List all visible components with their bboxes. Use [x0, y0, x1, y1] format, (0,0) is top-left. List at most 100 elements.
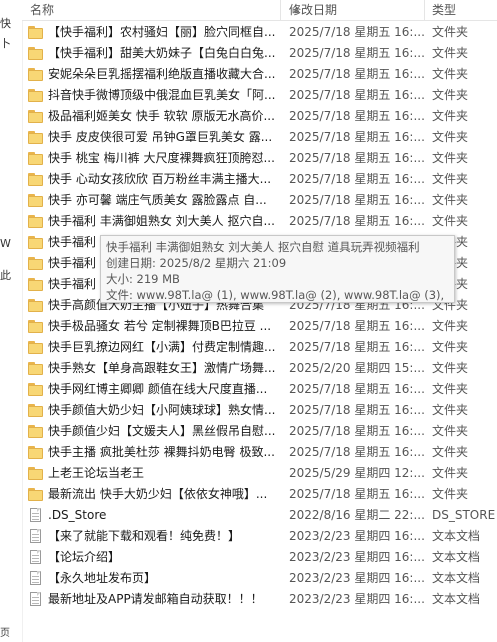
item-name: 【永久地址发布页】 [48, 571, 157, 585]
nav-pane-fragment[interactable]: W [0, 238, 11, 250]
item-date: 2025/7/18 星期五 16:... [289, 403, 425, 417]
item-name: .DS_Store [48, 508, 107, 522]
folder-icon [28, 299, 44, 312]
column-name-header[interactable]: 名称 [30, 2, 54, 18]
folder-row[interactable]: 快手 心动女孩欣欣 百万粉丝丰满主播大... 2025/7/18 星期五 16:.… [22, 169, 497, 190]
folder-row[interactable]: 最新流出 快手大奶少妇【依依女神哦】... 2025/7/18 星期五 16:..… [22, 484, 497, 505]
folder-icon [28, 446, 44, 459]
folder-icon [28, 47, 44, 60]
item-type: 文件夹 [432, 340, 469, 354]
item-type: 文本文档 [432, 571, 481, 585]
item-type: 文件夹 [432, 403, 469, 417]
item-name: 快手极品骚女 若兮 定制裸舞顶B巴拉豆 ... [48, 319, 272, 333]
tooltip-files: 文件: www.98T.la@ (1), www.98T.la@ (2), ww… [106, 288, 449, 302]
item-type: 文件夹 [432, 151, 469, 165]
item-type: 文件夹 [432, 172, 469, 186]
item-date: 2023/2/23 星期四 16:... [289, 550, 425, 564]
folder-row[interactable]: 【快手福利】农村骚妇【丽】脸穴同框自... 2025/7/18 星期五 16:..… [22, 22, 497, 43]
file-row[interactable]: .DS_Store 2022/8/16 星期二 22:... DS_STORE [22, 505, 497, 526]
column-divider[interactable] [424, 0, 425, 20]
item-date: 2025/7/18 星期五 16:... [289, 382, 425, 396]
folder-icon [28, 425, 44, 438]
item-name: 【快手福利】甜美大奶妹子【白兔白白兔... [48, 46, 276, 60]
folder-icon [28, 131, 44, 144]
item-name: 快手 心动女孩欣欣 百万粉丝丰满主播大... [48, 172, 272, 186]
folder-row[interactable]: 抖音快手微博顶级中俄混血巨乳美女「阿... 2025/7/18 星期五 16:..… [22, 85, 497, 106]
column-divider[interactable] [280, 0, 281, 20]
file-row[interactable]: 【来了就能下载和观看！纯免费！】 2023/2/23 星期四 16:... 文本文档 [22, 526, 497, 547]
item-date: 2025/7/18 星期五 16:... [289, 67, 425, 81]
item-name: 快手 亦可馨 端庄气质美女 露脸露点 自... [48, 193, 267, 207]
item-date: 2025/7/18 星期五 16:... [289, 109, 425, 123]
folder-row[interactable]: 快手 皮皮侠很可爱 吊钟G罩巨乳美女 露... 2025/7/18 星期五 16:… [22, 127, 497, 148]
folder-icon [28, 278, 44, 291]
folder-row[interactable]: 快手颜值少妇【文媛夫人】黑丝假吊自慰... 2025/7/18 星期五 16:..… [22, 421, 497, 442]
folder-row[interactable]: 快手主播 疯批美杜莎 裸舞抖奶电臀 极致... 2025/7/18 星期五 16:… [22, 442, 497, 463]
file-row[interactable]: 最新地址及APP请发邮箱自动获取！！！ 2023/2/23 星期四 16:... 文… [22, 589, 497, 610]
file-row[interactable]: 【论坛介绍】 2023/2/23 星期四 16:... 文本文档 [22, 547, 497, 568]
folder-row[interactable]: 快手 亦可馨 端庄气质美女 露脸露点 自... 2025/7/18 星期五 16:… [22, 190, 497, 211]
item-type: 文件夹 [432, 466, 469, 480]
file-icon [28, 550, 44, 564]
tooltip-created: 创建日期: 2025/8/2 星期六 21:09 [106, 256, 287, 270]
folder-icon [28, 110, 44, 123]
folder-icon [28, 152, 44, 165]
nav-pane-fragment[interactable]: 快 [0, 18, 11, 30]
folder-row[interactable]: 快手熟女【单身高跟鞋女王】激情广场舞... 2025/2/20 星期四 15:..… [22, 358, 497, 379]
column-header: 名称 ▲ 修改日期 类型 [22, 0, 497, 21]
column-type-header[interactable]: 类型 [432, 2, 456, 18]
folder-row[interactable]: 上老王论坛当老王 2025/5/29 星期四 12:... 文件夹 [22, 463, 497, 484]
folder-icon [28, 257, 44, 270]
folder-row[interactable]: 快手巨乳撩边网红【小满】付费定制情趣... 2025/7/18 星期五 16:..… [22, 337, 497, 358]
item-type: 文件夹 [432, 46, 469, 60]
item-type: 文件夹 [432, 130, 469, 144]
file-icon [28, 571, 44, 585]
column-date-header[interactable]: 修改日期 [289, 2, 337, 18]
item-type: 文件夹 [432, 214, 469, 228]
folder-row[interactable]: 快手 桃宝 梅川裤 大尺度裸舞疯狂顶胯怼... 2025/7/18 星期五 16:… [22, 148, 497, 169]
folder-row[interactable]: 安妮朵朵巨乳摇摆福利绝版直播收藏大合... 2025/7/18 星期五 16:..… [22, 64, 497, 85]
file-icon [28, 508, 44, 522]
item-type: 文件夹 [432, 424, 469, 438]
item-date: 2025/5/29 星期四 12:... [289, 466, 425, 480]
folder-icon [28, 173, 44, 186]
folder-row[interactable]: 快手网红博主卿卿 颜值在线大尺度直播... 2025/7/18 星期五 16:..… [22, 379, 497, 400]
item-type: 文件夹 [432, 88, 469, 102]
folder-icon [28, 404, 44, 417]
item-name: 快手主播 疯批美杜莎 裸舞抖奶电臀 极致... [48, 445, 275, 459]
folder-icon [28, 89, 44, 102]
item-date: 2025/7/18 星期五 16:... [289, 130, 425, 144]
item-name: 安妮朵朵巨乳摇摆福利绝版直播收藏大合... [48, 67, 276, 81]
item-type: DS_STORE [432, 508, 496, 522]
item-date: 2025/2/20 星期四 15:... [289, 361, 425, 375]
item-date: 2025/7/18 星期五 16:... [289, 319, 425, 333]
item-date: 2025/7/18 星期五 16:... [289, 445, 425, 459]
nav-pane-fragment[interactable]: 卜 [0, 38, 11, 50]
item-date: 2025/7/18 星期五 16:... [289, 214, 425, 228]
item-type: 文件夹 [432, 382, 469, 396]
item-date: 2025/7/18 星期五 16:... [289, 487, 425, 501]
folder-icon [28, 383, 44, 396]
item-name: 快手颜值大奶少妇【小阿姨球球】熟女情... [48, 403, 276, 417]
item-name: 快手福利 丰满御姐熟女 刘大美人 抠穴自... [48, 214, 275, 228]
item-name: 【来了就能下载和观看！纯免费！】 [48, 529, 241, 543]
tooltip-size: 大小: 219 MB [106, 272, 180, 286]
item-name: 最新流出 快手大奶少妇【依依女神哦】... [48, 487, 268, 501]
item-date: 2025/7/18 星期五 16:... [289, 172, 425, 186]
folder-icon [28, 362, 44, 375]
item-type: 文件夹 [432, 487, 469, 501]
item-name: 快手 桃宝 梅川裤 大尺度裸舞疯狂顶胯怼... [48, 151, 275, 165]
item-date: 2025/7/18 星期五 16:... [289, 46, 425, 60]
folder-icon [28, 236, 44, 249]
item-name: 抖音快手微博顶级中俄混血巨乳美女「阿... [48, 88, 276, 102]
folder-row[interactable]: 【快手福利】甜美大奶妹子【白兔白白兔... 2025/7/18 星期五 16:..… [22, 43, 497, 64]
item-type: 文件夹 [432, 25, 469, 39]
nav-pane-fragment[interactable]: 此 [0, 270, 11, 282]
item-name: 快手熟女【单身高跟鞋女王】激情广场舞... [48, 361, 276, 375]
folder-row[interactable]: 快手极品骚女 若兮 定制裸舞顶B巴拉豆 ... 2025/7/18 星期五 16:… [22, 316, 497, 337]
folder-row[interactable]: 快手福利 丰满御姐熟女 刘大美人 抠穴自... 2025/7/18 星期五 16:… [22, 211, 497, 232]
folder-row[interactable]: 快手颜值大奶少妇【小阿姨球球】熟女情... 2025/7/18 星期五 16:..… [22, 400, 497, 421]
item-date: 2025/7/18 星期五 16:... [289, 151, 425, 165]
folder-row[interactable]: 极品福利姬美女 快手 软软 原版无水高价... 2025/7/18 星期五 16:… [22, 106, 497, 127]
file-row[interactable]: 【永久地址发布页】 2023/2/23 星期四 16:... 文本文档 [22, 568, 497, 589]
